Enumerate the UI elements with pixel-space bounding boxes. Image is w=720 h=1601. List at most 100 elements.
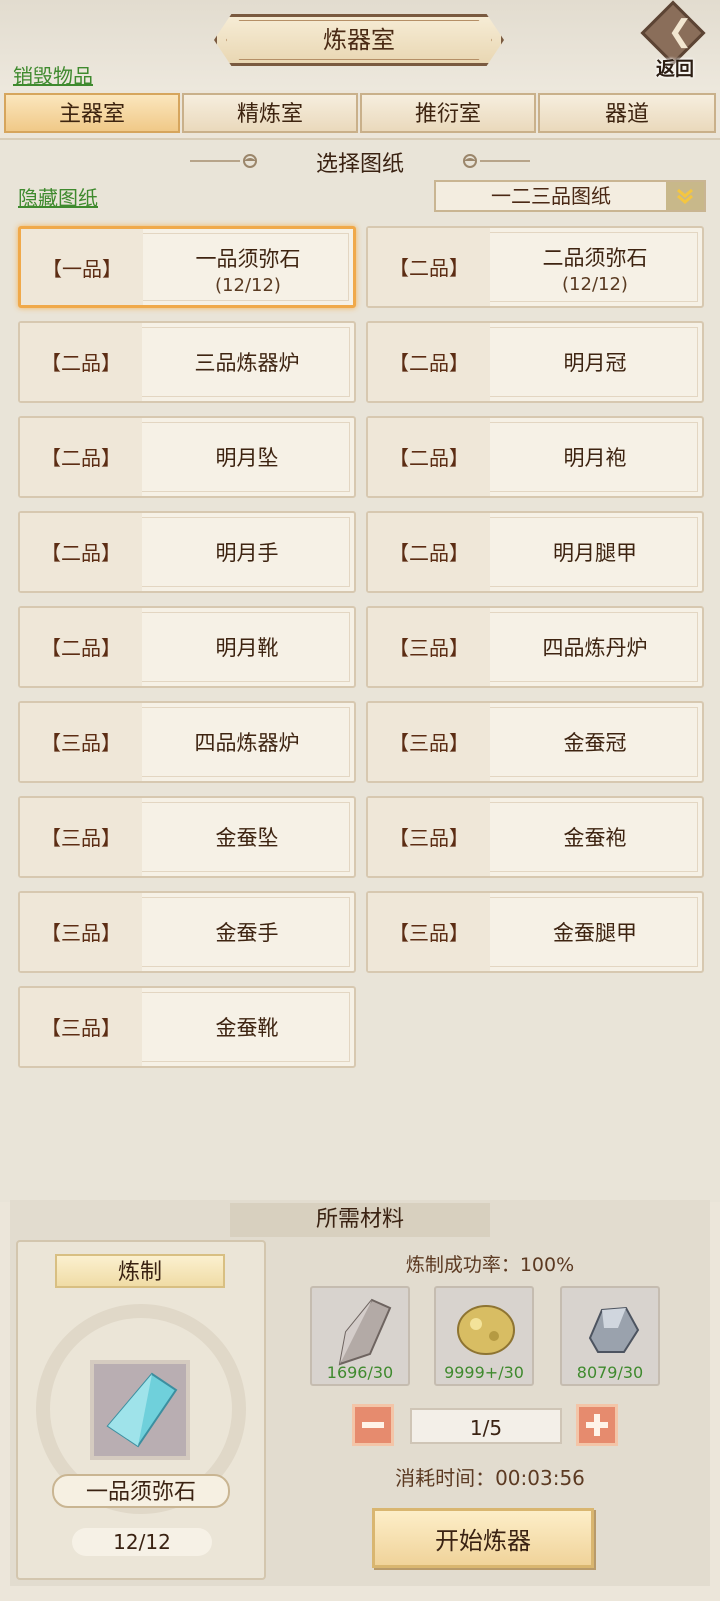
- blueprint-name: 四品炼丹炉: [542, 636, 648, 660]
- material-slot[interactable]: 8079/30: [560, 1286, 660, 1386]
- tab-main-room[interactable]: 主器室: [4, 93, 180, 133]
- plus-icon: [586, 1414, 608, 1436]
- gold-ore-icon: [457, 1305, 515, 1355]
- blueprint-card[interactable]: 【三品】 金蚕冠: [366, 701, 704, 783]
- material-count: 1696/30: [326, 1363, 394, 1382]
- blueprint-name: 金蚕袍: [563, 826, 627, 850]
- blueprint-card[interactable]: 【三品】 金蚕袍: [366, 796, 704, 878]
- card-grade-panel: 【三品】: [20, 798, 142, 876]
- blueprint-card[interactable]: 【二品】 明月靴: [18, 606, 356, 688]
- tab-artifact-way[interactable]: 器道: [538, 93, 716, 133]
- blueprint-card[interactable]: 【二品】 三品炼器炉: [18, 321, 356, 403]
- blueprint-card[interactable]: 【二品】 明月坠: [18, 416, 356, 498]
- blueprint-grade: 【二品】: [389, 351, 469, 375]
- hide-blueprints-link[interactable]: 隐藏图纸: [18, 182, 98, 211]
- card-grade-panel: 【三品】: [20, 703, 142, 781]
- card-grade-panel: 【三品】: [368, 608, 490, 686]
- blueprint-card[interactable]: 【二品】 明月袍: [366, 416, 704, 498]
- crafted-item-count: 12/12: [72, 1528, 212, 1556]
- destroy-items-link[interactable]: 销毁物品: [13, 60, 93, 89]
- card-grade-panel: 【三品】: [368, 798, 490, 876]
- tab-deduce-room[interactable]: 推衍室: [360, 93, 536, 133]
- blueprint-name: 三品炼器炉: [194, 351, 300, 375]
- quantity-display[interactable]: 1/5: [410, 1408, 562, 1444]
- blueprint-grade: 【三品】: [389, 826, 469, 850]
- blueprint-grade: 【二品】: [41, 541, 121, 565]
- blueprint-name: 明月靴: [215, 636, 279, 660]
- time-cost: 消耗时间：00:03:56: [395, 1466, 585, 1490]
- blueprint-name: 明月坠: [215, 446, 279, 470]
- increase-quantity-button[interactable]: [576, 1404, 618, 1446]
- card-grade-panel: 【二品】: [368, 418, 490, 496]
- blueprint-name: 四品炼器炉: [194, 731, 300, 755]
- start-crafting-button[interactable]: 开始炼器: [372, 1508, 594, 1568]
- back-button[interactable]: ❮ 返回: [640, 0, 710, 80]
- blueprint-grade: 【三品】: [41, 1016, 121, 1040]
- blueprint-card[interactable]: 【三品】 金蚕坠: [18, 796, 356, 878]
- card-grade-panel: 【三品】: [20, 893, 142, 971]
- minus-icon: [362, 1422, 384, 1428]
- card-grade-panel: 【二品】: [368, 513, 490, 591]
- crystal-icon: [106, 1372, 178, 1448]
- chevron-down-icon: [666, 182, 704, 210]
- card-grade-panel: 【二品】: [20, 323, 142, 401]
- blueprint-name: 金蚕腿甲: [553, 921, 637, 945]
- decrease-quantity-button[interactable]: [352, 1404, 394, 1446]
- card-grade-panel: 【三品】: [20, 988, 142, 1066]
- blueprint-card[interactable]: 【三品】 金蚕腿甲: [366, 891, 704, 973]
- blueprint-name: 明月手: [215, 541, 279, 565]
- blueprint-grade: 【二品】: [41, 446, 121, 470]
- cloud-ornament-icon: [190, 154, 257, 168]
- blueprint-card[interactable]: 【三品】 四品炼丹炉: [366, 606, 704, 688]
- material-count: 9999+/30: [444, 1363, 524, 1382]
- blueprint-card[interactable]: 【二品】 明月手: [18, 511, 356, 593]
- blueprint-name: 明月腿甲: [553, 541, 637, 565]
- blueprint-grade: 【三品】: [389, 921, 469, 945]
- material-slot[interactable]: 9999+/30: [434, 1286, 534, 1386]
- blueprint-grade: 【三品】: [389, 731, 469, 755]
- blueprint-card[interactable]: 【一品】 一品须弥石 (12/12): [18, 226, 356, 308]
- crafted-item-slot[interactable]: [90, 1360, 190, 1460]
- blueprint-grade: 【一品】: [42, 257, 122, 281]
- blueprint-grade: 【三品】: [41, 731, 121, 755]
- iron-ore-icon: [588, 1306, 640, 1353]
- tab-refine-room[interactable]: 精炼室: [182, 93, 358, 133]
- blueprint-grade: 【三品】: [41, 921, 121, 945]
- materials-title: 所需材料: [230, 1203, 490, 1237]
- blueprint-name: 金蚕靴: [215, 1016, 279, 1040]
- blueprint-grade: 【二品】: [389, 256, 469, 280]
- blueprint-card[interactable]: 【三品】 金蚕靴: [18, 986, 356, 1068]
- stone-shard-icon: [338, 1298, 392, 1366]
- material-count: 8079/30: [576, 1363, 644, 1382]
- blueprint-grade: 【三品】: [389, 636, 469, 660]
- blueprint-name: 明月冠: [563, 351, 627, 375]
- card-grade-panel: 【二品】: [20, 418, 142, 496]
- blueprint-grade: 【二品】: [41, 636, 121, 660]
- blueprint-count: (12/12): [215, 275, 281, 296]
- blueprint-card[interactable]: 【二品】 二品须弥石 (12/12): [366, 226, 704, 308]
- material-slot[interactable]: 1696/30: [310, 1286, 410, 1386]
- blueprint-card[interactable]: 【三品】 金蚕手: [18, 891, 356, 973]
- grade-filter-dropdown[interactable]: 一二三品图纸: [434, 180, 706, 212]
- blueprint-count: (12/12): [562, 274, 628, 295]
- blueprint-name: 一品须弥石: [195, 247, 301, 271]
- page-title: 炼器室: [323, 26, 395, 54]
- blueprint-card[interactable]: 【二品】 明月冠: [366, 321, 704, 403]
- craft-label: 炼制: [55, 1254, 225, 1288]
- blueprint-grade: 【二品】: [389, 541, 469, 565]
- card-grade-panel: 【三品】: [368, 703, 490, 781]
- card-grade-panel: 【二品】: [20, 608, 142, 686]
- card-grade-panel: 【一品】: [21, 229, 143, 305]
- blueprint-grade: 【二品】: [41, 351, 121, 375]
- blueprint-card[interactable]: 【二品】 明月腿甲: [366, 511, 704, 593]
- success-rate: 炼制成功率：100%: [405, 1254, 575, 1276]
- card-grade-panel: 【二品】: [368, 228, 490, 306]
- blueprint-name: 二品须弥石: [542, 246, 648, 270]
- cloud-ornament-icon: [463, 154, 530, 168]
- blueprint-card[interactable]: 【三品】 四品炼器炉: [18, 701, 356, 783]
- blueprint-name: 金蚕冠: [563, 731, 627, 755]
- crafted-item-name: 一品须弥石: [52, 1474, 230, 1508]
- blueprint-name: 金蚕坠: [215, 826, 279, 850]
- grade-filter-value: 一二三品图纸: [491, 184, 611, 208]
- blueprint-grade: 【二品】: [389, 446, 469, 470]
